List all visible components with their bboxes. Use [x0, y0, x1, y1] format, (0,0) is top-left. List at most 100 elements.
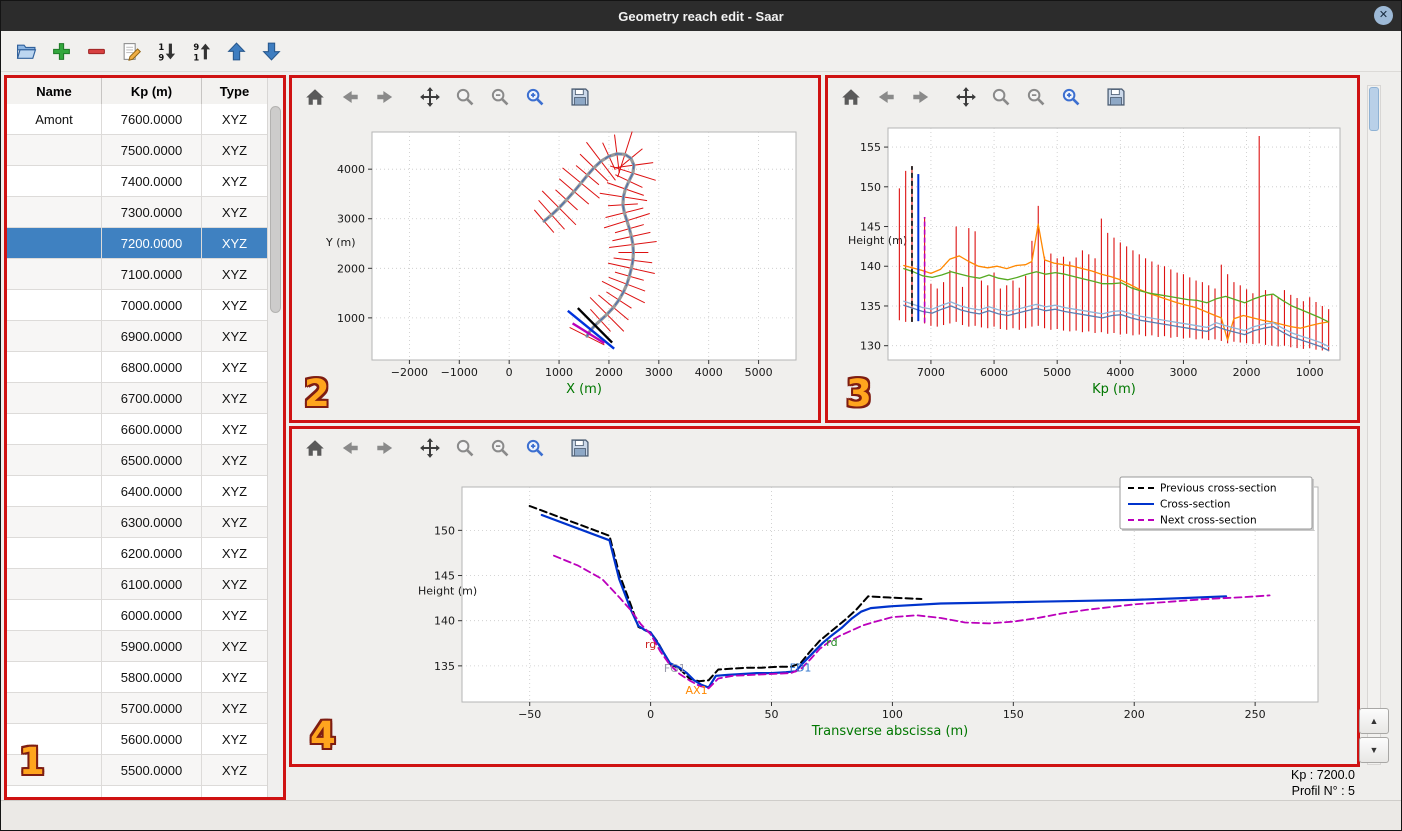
zoom-in-button[interactable]	[522, 435, 548, 461]
svg-text:rg: rg	[645, 638, 656, 651]
cell-kp: 7500.0000	[102, 135, 202, 165]
zoom-config-button[interactable]	[1023, 84, 1049, 110]
save-icon	[1105, 86, 1127, 108]
table-row[interactable]: 7200.0000 XYZ	[7, 228, 268, 259]
save-button[interactable]	[1103, 84, 1129, 110]
cell-name	[7, 414, 102, 444]
svg-text:2000: 2000	[1233, 366, 1261, 379]
svg-text:150: 150	[1003, 708, 1024, 721]
back-icon	[875, 86, 897, 108]
table-row[interactable]: 6900.0000 XYZ	[7, 321, 268, 352]
cell-type: XYZ	[202, 569, 268, 599]
table-row[interactable]: 5800.0000 XYZ	[7, 662, 268, 693]
home-button[interactable]	[302, 84, 328, 110]
svg-text:4000: 4000	[1106, 366, 1134, 379]
cell-type: XYZ	[202, 538, 268, 568]
pan-button[interactable]	[417, 84, 443, 110]
table-row[interactable]: 6000.0000 XYZ	[7, 600, 268, 631]
home-icon	[304, 437, 326, 459]
zoom-config-button[interactable]	[487, 435, 513, 461]
svg-text:3000: 3000	[337, 213, 365, 226]
edit-row-button[interactable]	[118, 38, 144, 64]
svg-text:Cross-section: Cross-section	[1160, 499, 1230, 511]
forward-button[interactable]	[372, 84, 398, 110]
forward-icon	[374, 86, 396, 108]
cross-section-plot[interactable]: −50 0 50 100 150 200 250 135 140 145 150 Transverse…	[292, 467, 1357, 764]
table-row[interactable]: 6200.0000 XYZ	[7, 538, 268, 569]
home-button[interactable]	[838, 84, 864, 110]
cell-type: XYZ	[202, 228, 268, 258]
close-button[interactable]: ✕	[1374, 6, 1393, 25]
window-scrollbar[interactable]	[1367, 85, 1381, 765]
table-row[interactable]: 7500.0000 XYZ	[7, 135, 268, 166]
move-down-button[interactable]	[258, 38, 284, 64]
zoom-in-button[interactable]	[522, 84, 548, 110]
home-button[interactable]	[302, 435, 328, 461]
zoom-in-icon	[1060, 86, 1082, 108]
down-triangle-icon: ▼	[1369, 745, 1379, 755]
svg-text:5000: 5000	[1043, 366, 1071, 379]
table-row[interactable]: 6400.0000 XYZ	[7, 476, 268, 507]
zoom-button[interactable]	[452, 84, 478, 110]
svg-text:1000: 1000	[337, 312, 365, 325]
plan-view-plot[interactable]: −2000 −1000 0 1000 2000 3000 4000 5000 1000 2000 3…	[292, 116, 818, 420]
column-header-1[interactable]: Kp (m)	[102, 78, 202, 104]
table-row[interactable]: Amont 7600.0000 XYZ	[7, 104, 268, 135]
table-scrollbar-thumb[interactable]	[270, 106, 281, 313]
move-up-button[interactable]	[223, 38, 249, 64]
up-triangle-icon: ▲	[1369, 716, 1379, 726]
zoom-button[interactable]	[988, 84, 1014, 110]
profile-down-button[interactable]: ▼	[1359, 737, 1389, 763]
back-button[interactable]	[337, 84, 363, 110]
table-row[interactable]: 7400.0000 XYZ	[7, 166, 268, 197]
table-scrollbar[interactable]	[267, 78, 283, 797]
back-icon	[339, 86, 361, 108]
save-button[interactable]	[567, 84, 593, 110]
table-row[interactable]: 5600.0000 XYZ	[7, 724, 268, 755]
cell-type: XYZ	[202, 166, 268, 196]
pan-icon	[419, 86, 441, 108]
window-scrollbar-thumb[interactable]	[1369, 87, 1379, 131]
sort-descending-button[interactable]: 91	[188, 38, 214, 64]
table-row[interactable]: 6700.0000 XYZ	[7, 383, 268, 414]
table-row[interactable]: 5900.0000 XYZ	[7, 631, 268, 662]
pan-button[interactable]	[417, 435, 443, 461]
svg-text:AX1: AX1	[686, 684, 708, 697]
cell-name	[7, 228, 102, 258]
table-row[interactable]: 5700.0000 XYZ	[7, 693, 268, 724]
region-label-1: 1	[19, 740, 45, 783]
forward-icon	[374, 437, 396, 459]
table-row[interactable]: 7100.0000 XYZ	[7, 259, 268, 290]
cell-kp: 6700.0000	[102, 383, 202, 413]
forward-button[interactable]	[908, 84, 934, 110]
open-file-button[interactable]	[13, 38, 39, 64]
column-header-0[interactable]: Name	[7, 78, 102, 104]
plan-plot-toolbar	[292, 78, 818, 116]
forward-button[interactable]	[372, 435, 398, 461]
table-row[interactable]: 6300.0000 XYZ	[7, 507, 268, 538]
zoom-config-button[interactable]	[487, 84, 513, 110]
table-row[interactable]: 5400.0000XYZ	[7, 786, 268, 797]
add-row-button[interactable]	[48, 38, 74, 64]
edit-row-icon	[121, 41, 142, 62]
back-button[interactable]	[873, 84, 899, 110]
table-row[interactable]: 6500.0000 XYZ	[7, 445, 268, 476]
sort-ascending-button[interactable]: 19	[153, 38, 179, 64]
table-row[interactable]: 7300.0000 XYZ	[7, 197, 268, 228]
zoom-button[interactable]	[452, 435, 478, 461]
profile-up-button[interactable]: ▲	[1359, 708, 1389, 734]
table-row[interactable]: 6600.0000 XYZ	[7, 414, 268, 445]
pan-button[interactable]	[953, 84, 979, 110]
back-button[interactable]	[337, 435, 363, 461]
zoom-in-button[interactable]	[1058, 84, 1084, 110]
table-row[interactable]: 7000.0000 XYZ	[7, 290, 268, 321]
table-row[interactable]: 6100.0000 XYZ	[7, 569, 268, 600]
longitudinal-profile-plot[interactable]: 7000 6000 5000 4000 3000 2000 1000 130 135 140 145…	[828, 116, 1357, 420]
remove-row-button[interactable]	[83, 38, 109, 64]
column-header-2[interactable]: Type	[202, 78, 268, 104]
cell-kp: 6000.0000	[102, 600, 202, 630]
save-button[interactable]	[567, 435, 593, 461]
table-row[interactable]: 5500.0000 XYZ	[7, 755, 268, 786]
table-row[interactable]: 6800.0000 XYZ	[7, 352, 268, 383]
close-icon: ✕	[1378, 9, 1389, 21]
